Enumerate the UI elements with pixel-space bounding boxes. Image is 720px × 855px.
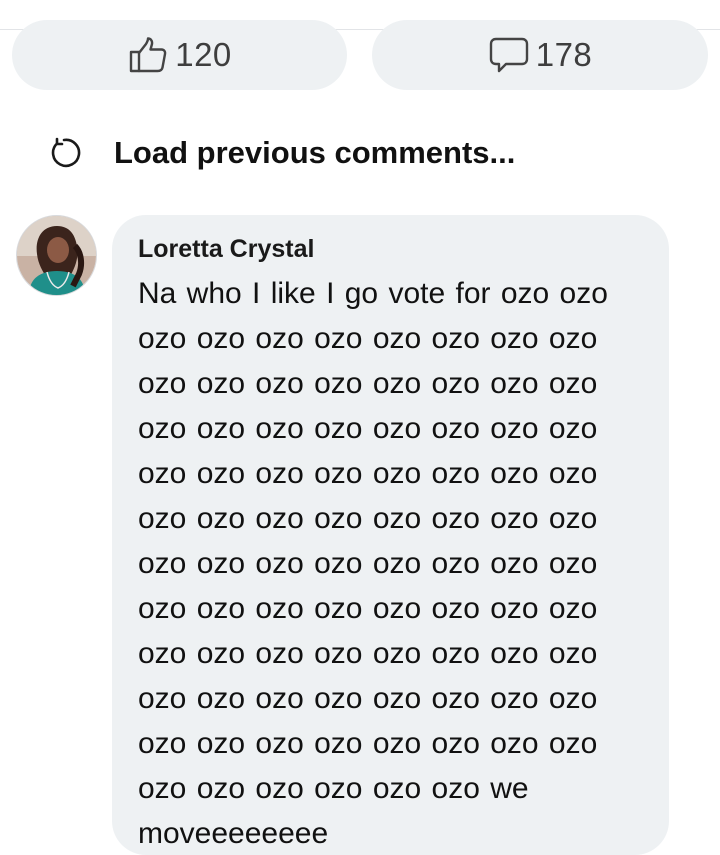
thumbs-up-icon [127,34,169,76]
like-count: 120 [175,36,232,73]
comment-count: 178 [535,36,593,73]
speech-bubble-icon [488,34,530,76]
load-previous-comments[interactable]: Load previous comments... [46,130,515,176]
load-previous-label: Load previous comments... [114,135,516,170]
commenter-name[interactable]: Loretta Crystal [138,235,314,264]
avatar[interactable] [16,215,97,296]
reload-icon [46,135,82,171]
comment-button[interactable]: 178 [372,20,708,90]
comment-text: Na who I like I go vote for ozo ozo ozo … [138,277,608,850]
comment-bubble: Loretta Crystal Na who I like I go vote … [112,215,669,855]
like-button[interactable]: 120 [12,20,347,90]
